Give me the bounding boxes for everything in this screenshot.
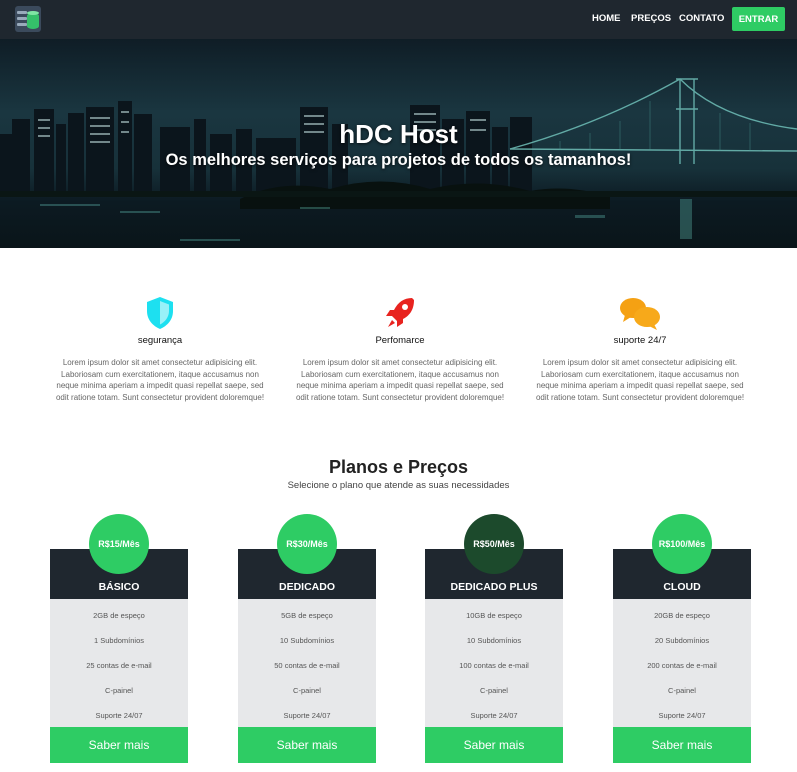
plan-features: 2GB de espeço 1 Subdomínios 25 contas de… <box>50 599 188 727</box>
chat-bubbles-icon <box>534 295 746 331</box>
plan-header: R$100/Mês CLOUD <box>613 514 751 599</box>
plan-features: 20GB de espeço 20 Subdomínios 200 contas… <box>613 599 751 727</box>
plan-feature-item: Suporte 24/07 <box>658 711 706 720</box>
plan-feature-item: 5GB de espeço <box>281 611 333 620</box>
saber-mais-button[interactable]: Saber mais <box>238 727 376 763</box>
saber-mais-button[interactable]: Saber mais <box>50 727 188 763</box>
nav-link-home[interactable]: HOME <box>592 13 621 24</box>
plan-feature-item: 20 Subdomínios <box>654 636 710 645</box>
plan-card-dedicado-plus: R$50/Mês DEDICADO PLUS 10GB de espeço 10… <box>425 514 563 763</box>
plan-feature-item: C-painel <box>293 686 321 695</box>
logo-icon[interactable] <box>15 6 41 32</box>
plan-name: DEDICADO <box>278 581 335 593</box>
plan-feature-item: C-painel <box>480 686 508 695</box>
plan-card-basico: R$15/Mês BÁSICO 2GB de espeço 1 Subdomín… <box>50 514 188 763</box>
nav-link-contato[interactable]: CONTATO <box>679 13 724 24</box>
plan-feature-item: C-painel <box>105 686 133 695</box>
plan-name: CLOUD <box>663 581 701 593</box>
plan-features: 5GB de espeço 10 Subdomínios 50 contas d… <box>238 599 376 727</box>
rocket-icon <box>294 295 506 331</box>
plan-header: R$50/Mês DEDICADO PLUS <box>425 514 563 599</box>
plan-feature-item: Suporte 24/07 <box>470 711 518 720</box>
saber-mais-button[interactable]: Saber mais <box>425 727 563 763</box>
feature-text: Lorem ipsum dolor sit amet consectetur a… <box>535 358 745 402</box>
plan-feature-item: 10GB de espeço <box>466 611 522 620</box>
plan-feature-item: 200 contas de e-mail <box>647 661 717 670</box>
plan-header: R$15/Mês BÁSICO <box>50 514 188 599</box>
plan-feature-item: 10 Subdomínios <box>466 636 522 645</box>
plan-header: R$30/Mês DEDICADO <box>238 514 376 599</box>
navbar: HOME PREÇOS CONTATO ENTRAR <box>0 0 797 39</box>
plan-features: 10GB de espeço 10 Subdomínios 100 contas… <box>425 599 563 727</box>
plan-feature-item: 25 contas de e-mail <box>86 661 152 670</box>
feature-text: Lorem ipsum dolor sit amet consectetur a… <box>295 358 505 402</box>
shield-icon <box>54 295 266 331</box>
hero-subtitle: Os melhores serviços para projetos de to… <box>165 151 632 169</box>
feature-text: Lorem ipsum dolor sit amet consectetur a… <box>55 358 265 402</box>
plan-feature-item: 20GB de espeço <box>654 611 710 620</box>
plan-feature-item: 10 Subdomínios <box>279 636 335 645</box>
hero-banner: hDC Host Os melhores serviços para proje… <box>0 39 797 248</box>
plan-feature-item: Suporte 24/07 <box>95 711 143 720</box>
price-badge: R$50/Mês <box>464 514 524 574</box>
plan-feature-item: C-painel <box>668 686 696 695</box>
feature-performance: Perfomarce Lorem ipsum dolor sit amet co… <box>294 295 506 403</box>
feature-seguranca: segurança Lorem ipsum dolor sit amet con… <box>54 295 266 403</box>
plan-name: BÁSICO <box>98 581 140 593</box>
plan-feature-item: 100 contas de e-mail <box>459 661 529 670</box>
saber-mais-button[interactable]: Saber mais <box>613 727 751 763</box>
feature-title: segurança <box>137 335 183 346</box>
feature-title: suporte 24/7 <box>613 335 667 346</box>
price-badge: R$15/Mês <box>89 514 149 574</box>
feature-title: Perfomarce <box>375 335 425 346</box>
plan-feature-item: Suporte 24/07 <box>283 711 331 720</box>
entrar-button[interactable]: ENTRAR <box>732 7 785 31</box>
plan-card-cloud: R$100/Mês CLOUD 20GB de espeço 20 Subdom… <box>613 514 751 763</box>
price-badge: R$30/Mês <box>277 514 337 574</box>
plan-card-dedicado: R$30/Mês DEDICADO 5GB de espeço 10 Subdo… <box>238 514 376 763</box>
plan-feature-item: 1 Subdomínios <box>93 636 145 645</box>
feature-suporte: suporte 24/7 Lorem ipsum dolor sit amet … <box>534 295 746 403</box>
hero-title: hDC Host <box>339 119 458 149</box>
plan-name: DEDICADO PLUS <box>450 581 538 593</box>
plans-title: Planos e Preços <box>328 457 469 477</box>
price-badge: R$100/Mês <box>652 514 712 574</box>
plan-feature-item: 50 contas de e-mail <box>274 661 340 670</box>
plans-subtitle: Selecione o plano que atende as suas nec… <box>287 480 510 491</box>
plan-feature-item: 2GB de espeço <box>93 611 145 620</box>
nav-link-precos[interactable]: PREÇOS <box>631 13 671 24</box>
